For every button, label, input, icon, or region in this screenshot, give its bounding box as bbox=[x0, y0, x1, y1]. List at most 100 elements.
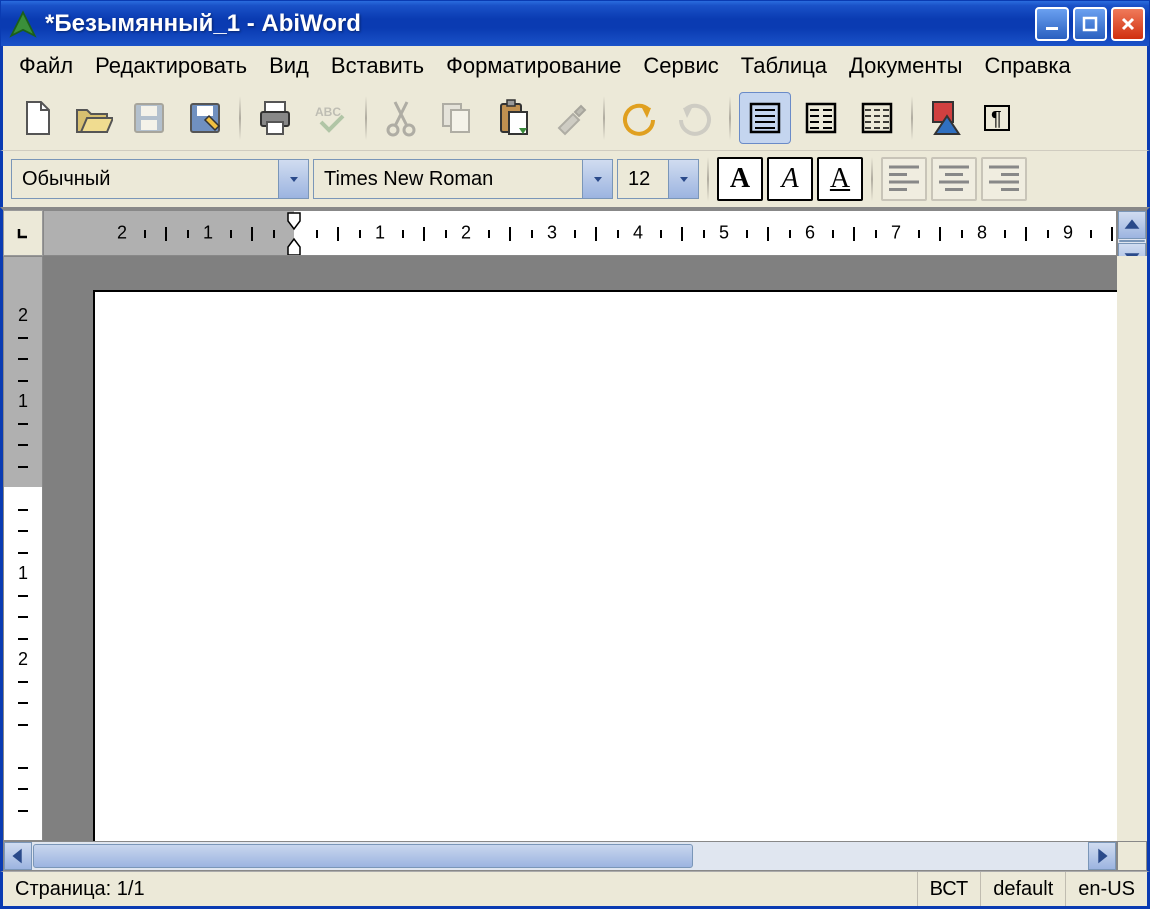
menu-table[interactable]: Таблица bbox=[731, 49, 837, 83]
title-bar: *Безымянный_1 - AbiWord bbox=[0, 0, 1150, 46]
menu-documents[interactable]: Документы bbox=[839, 49, 972, 83]
chevron-down-icon bbox=[582, 160, 612, 198]
save-button[interactable] bbox=[123, 92, 175, 144]
minimize-button[interactable] bbox=[1035, 7, 1069, 41]
cut-button[interactable] bbox=[375, 92, 427, 144]
save-as-button[interactable] bbox=[179, 92, 231, 144]
svg-text:ABC: ABC bbox=[315, 105, 341, 119]
paste-button[interactable] bbox=[487, 92, 539, 144]
insert-shape-button[interactable] bbox=[921, 92, 973, 144]
ruler-tick: 2 bbox=[461, 223, 471, 244]
format-toolbar: Обычный Times New Roman 12 A A A bbox=[0, 150, 1150, 207]
ruler-tick: 3 bbox=[547, 223, 557, 244]
maximize-button[interactable] bbox=[1073, 7, 1107, 41]
menu-view[interactable]: Вид bbox=[259, 49, 319, 83]
undo-button[interactable] bbox=[613, 92, 665, 144]
hscroll-row bbox=[3, 841, 1147, 871]
work-area: 2112345678910 2112 bbox=[0, 207, 1150, 871]
menu-insert[interactable]: Вставить bbox=[321, 49, 434, 83]
horizontal-scrollbar[interactable] bbox=[3, 841, 1117, 871]
underline-button[interactable]: A bbox=[817, 157, 863, 201]
ruler-tick: 1 bbox=[375, 223, 385, 244]
ruler-row: 2112345678910 bbox=[3, 210, 1147, 256]
ruler-tick: 9 bbox=[1063, 223, 1073, 244]
ruler-tick: 8 bbox=[977, 223, 987, 244]
font-size-value: 12 bbox=[618, 168, 668, 191]
align-center-button[interactable] bbox=[931, 157, 977, 201]
status-layout[interactable]: default bbox=[981, 872, 1066, 906]
ruler-tick: 1 bbox=[18, 391, 28, 412]
horizontal-ruler[interactable]: 2112345678910 bbox=[43, 210, 1117, 256]
ruler-tick: 7 bbox=[891, 223, 901, 244]
spellcheck-button[interactable]: ABC bbox=[305, 92, 357, 144]
ruler-tick: 4 bbox=[633, 223, 643, 244]
scrollbar-track[interactable] bbox=[32, 842, 1088, 870]
ruler-tick: 2 bbox=[18, 649, 28, 670]
open-button[interactable] bbox=[67, 92, 119, 144]
scroll-corner bbox=[1117, 841, 1147, 871]
scroll-up-button[interactable] bbox=[1118, 211, 1146, 239]
vscroll-gutter bbox=[1117, 256, 1147, 841]
status-language[interactable]: en-US bbox=[1066, 872, 1147, 906]
print-button[interactable] bbox=[249, 92, 301, 144]
scroll-left-button[interactable] bbox=[4, 842, 32, 870]
window-buttons bbox=[1035, 7, 1145, 41]
font-select[interactable]: Times New Roman bbox=[313, 159, 613, 199]
window-title: *Безымянный_1 - AbiWord bbox=[45, 10, 1035, 38]
chevron-down-icon bbox=[278, 160, 308, 198]
scrollbar-thumb[interactable] bbox=[1119, 240, 1145, 242]
ruler-tick: 2 bbox=[117, 223, 127, 244]
menu-file[interactable]: Файл bbox=[9, 49, 83, 83]
toolbar-separator bbox=[707, 157, 709, 201]
svg-text:¶: ¶ bbox=[991, 108, 1002, 130]
document-page[interactable] bbox=[93, 290, 1117, 841]
status-page: Страница: 1/1 bbox=[3, 872, 918, 906]
toolbar-separator bbox=[911, 96, 913, 140]
align-left-button[interactable] bbox=[881, 157, 927, 201]
show-paragraph-button[interactable]: ¶ bbox=[977, 98, 1017, 138]
vertical-ruler[interactable]: 2 1 1 2 bbox=[3, 256, 43, 841]
toolbar-separator bbox=[729, 96, 731, 140]
chevron-down-icon bbox=[668, 160, 698, 198]
status-insert-mode[interactable]: ВСТ bbox=[918, 872, 982, 906]
redo-button[interactable] bbox=[669, 92, 721, 144]
toolbar-separator bbox=[871, 157, 873, 201]
font-size-select[interactable]: 12 bbox=[617, 159, 699, 199]
toolbar-separator bbox=[239, 96, 241, 140]
menu-edit[interactable]: Редактировать bbox=[85, 49, 257, 83]
columns-2-button[interactable] bbox=[795, 92, 847, 144]
columns-3-button[interactable] bbox=[851, 92, 903, 144]
menu-format[interactable]: Форматирование bbox=[436, 49, 631, 83]
status-bar: Страница: 1/1 ВСТ default en-US bbox=[0, 871, 1150, 909]
style-select-value: Обычный bbox=[12, 168, 278, 191]
bold-button[interactable]: A bbox=[717, 157, 763, 201]
ruler-tick: 2 bbox=[18, 305, 28, 326]
tab-stop-corner[interactable] bbox=[3, 210, 43, 256]
new-document-button[interactable] bbox=[11, 92, 63, 144]
align-right-button[interactable] bbox=[981, 157, 1027, 201]
vertical-scrollbar[interactable] bbox=[1117, 210, 1147, 256]
document-canvas[interactable] bbox=[43, 256, 1117, 841]
document-row: 2 1 1 2 bbox=[3, 256, 1147, 841]
format-painter-button[interactable] bbox=[543, 92, 595, 144]
ruler-tick: 6 bbox=[805, 223, 815, 244]
app-icon bbox=[9, 10, 37, 38]
scrollbar-thumb[interactable] bbox=[33, 844, 693, 868]
close-button[interactable] bbox=[1111, 7, 1145, 41]
toolbar-separator bbox=[603, 96, 605, 140]
menu-bar: Файл Редактировать Вид Вставить Форматир… bbox=[0, 46, 1150, 86]
menu-help[interactable]: Справка bbox=[974, 49, 1080, 83]
scroll-right-button[interactable] bbox=[1088, 842, 1116, 870]
ruler-tick: 1 bbox=[203, 223, 213, 244]
copy-button[interactable] bbox=[431, 92, 483, 144]
main-toolbar: ABC ¶ bbox=[0, 86, 1150, 150]
style-select[interactable]: Обычный bbox=[11, 159, 309, 199]
ruler-tick: 1 bbox=[18, 563, 28, 584]
indent-marker-bottom-icon[interactable] bbox=[286, 211, 302, 256]
font-select-value: Times New Roman bbox=[314, 168, 582, 191]
columns-1-button[interactable] bbox=[739, 92, 791, 144]
menu-tools[interactable]: Сервис bbox=[633, 49, 728, 83]
ruler-tick: 5 bbox=[719, 223, 729, 244]
italic-button[interactable]: A bbox=[767, 157, 813, 201]
toolbar-separator bbox=[365, 96, 367, 140]
